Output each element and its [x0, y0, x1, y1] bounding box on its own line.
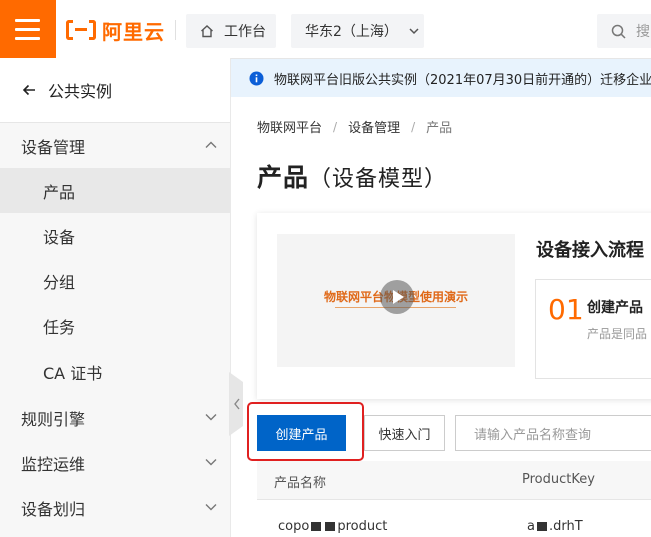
sidebar-item-label: 任务: [43, 317, 76, 337]
chevron-up-icon: [205, 141, 217, 148]
notice-banner: 物联网平台旧版公共实例（2021年07月30日前开通的）迁移企业: [231, 59, 651, 97]
redaction-mark: [536, 522, 547, 531]
step-description: 产品是同品: [587, 327, 648, 341]
aliyun-logo-icon: [66, 20, 96, 40]
workbench-button[interactable]: 工作台: [186, 14, 276, 48]
sidebar-item-label: 分组: [43, 272, 76, 292]
sidebar-item-label: 监控运维: [21, 454, 86, 474]
sidebar-item-monitoring[interactable]: 监控运维: [0, 440, 230, 485]
sidebar-item-label: CA 证书: [43, 363, 103, 383]
quick-start-button[interactable]: 快速入门: [364, 415, 445, 451]
sidebar-item-device-assignment[interactable]: 设备划归: [0, 485, 230, 530]
region-label: 华东2（上海）: [305, 24, 398, 40]
redaction-mark: [325, 522, 336, 531]
sidebar-item-label: 设备管理: [21, 137, 86, 157]
play-icon[interactable]: [380, 280, 414, 314]
table-row-product-name[interactable]: copo product: [278, 519, 387, 534]
sidebar-item-devices[interactable]: 设备: [0, 213, 230, 258]
breadcrumb-current: 产品: [426, 121, 453, 136]
back-link[interactable]: 公共实例: [0, 58, 230, 123]
search-icon: [611, 24, 626, 39]
aliyun-logo[interactable]: 阿里云: [66, 16, 165, 44]
sidebar-item-label: 产品: [43, 182, 76, 202]
table-header: 产品名称 ProductKey: [257, 461, 651, 500]
global-search-placeholder: 搜: [636, 24, 650, 40]
back-label: 公共实例: [48, 82, 113, 101]
breadcrumb-device-management[interactable]: 设备管理: [348, 117, 400, 136]
workbench-label: 工作台: [224, 24, 266, 40]
breadcrumb: 物联网平台 / 设备管理 / 产品: [257, 117, 453, 137]
column-header-product-name: 产品名称: [274, 476, 327, 491]
demo-video[interactable]: 物联网平台物模型使用演示: [277, 234, 515, 367]
chevron-down-icon: [205, 504, 217, 511]
chevron-down-icon: [409, 28, 419, 35]
breadcrumb-separator: /: [411, 119, 416, 134]
page-title-subtitle: （设备模型）: [309, 167, 448, 192]
divider: [175, 20, 176, 40]
menu-icon-line: [15, 28, 40, 31]
product-name-start: copo: [278, 519, 310, 534]
notice-text: 物联网平台旧版公共实例（2021年07月30日前开通的）迁移企业: [274, 72, 651, 88]
sidebar-item-device-management[interactable]: 设备管理: [0, 123, 230, 168]
info-icon: [249, 71, 264, 85]
page-title-main: 产品: [257, 163, 310, 192]
product-key-start: a: [527, 519, 535, 534]
chevron-down-icon: [205, 459, 217, 466]
sidebar-item-label: 设备划归: [21, 499, 86, 519]
logo-text: 阿里云: [102, 19, 165, 44]
product-key-end: .drhT: [548, 519, 583, 534]
sidebar-item-rule-engine[interactable]: 规则引擎: [0, 395, 230, 440]
menu-button[interactable]: [0, 0, 56, 58]
product-search-input[interactable]: 请输入产品名称查询: [455, 415, 651, 451]
menu-icon: [15, 19, 40, 22]
breadcrumb-iot-platform[interactable]: 物联网平台: [257, 117, 322, 136]
sidebar-item-groups[interactable]: 分组: [0, 258, 230, 303]
step-number: 01: [548, 293, 584, 326]
global-search[interactable]: 搜: [597, 14, 651, 48]
access-flow-title: 设备接入流程: [536, 240, 644, 261]
product-name-end: product: [337, 519, 388, 534]
redaction-mark: [311, 522, 322, 531]
column-header-product-key: ProductKey: [522, 472, 595, 487]
arrow-left-icon: [22, 84, 35, 96]
chevron-down-icon: [205, 414, 217, 421]
breadcrumb-separator: /: [333, 119, 338, 134]
sidebar-item-tasks[interactable]: 任务: [0, 303, 230, 348]
sidebar-item-ca-certificates[interactable]: CA 证书: [0, 349, 230, 394]
step-title: 创建产品: [587, 300, 643, 316]
highlight-annotation: [247, 402, 364, 461]
sidebar-item-products[interactable]: 产品: [0, 168, 230, 213]
table-row-product-key: a .drhT: [527, 519, 583, 534]
product-search-placeholder: 请输入产品名称查询: [474, 427, 592, 443]
page-title: 产品（设备模型）: [257, 158, 447, 194]
region-select[interactable]: 华东2（上海）: [291, 14, 424, 48]
home-icon: [201, 25, 213, 38]
sidebar-item-label: 规则引擎: [21, 409, 86, 429]
menu-icon-line: [15, 37, 40, 40]
sidebar-item-label: 设备: [43, 227, 76, 247]
sidebar: 公共实例 设备管理 产品 设备 分组 任务 CA 证书 规则引擎 监控运维 设备…: [0, 58, 231, 537]
